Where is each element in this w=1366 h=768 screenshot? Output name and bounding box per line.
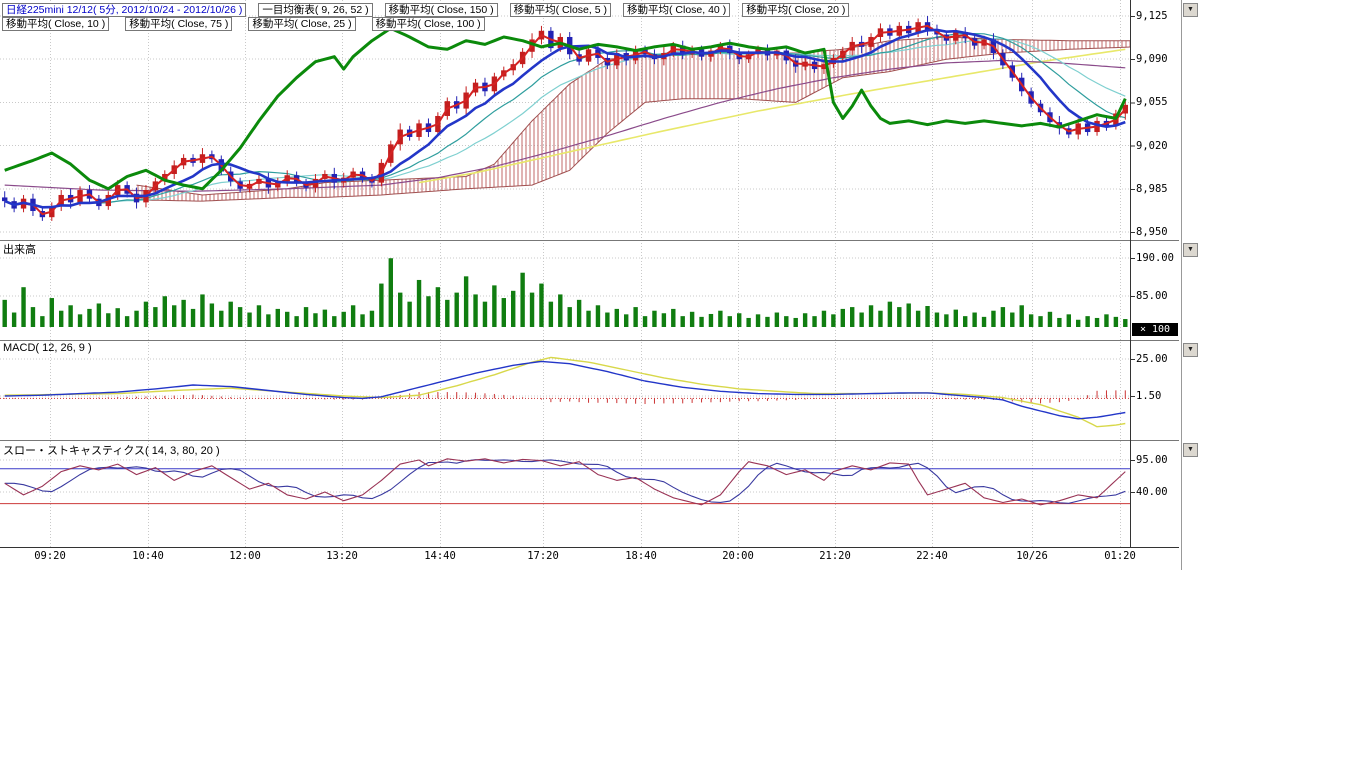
chevron-down-icon[interactable]: ▼ xyxy=(1183,443,1198,457)
price-axis-label: 9,055 xyxy=(1136,96,1168,108)
time-axis-label: 18:40 xyxy=(619,550,663,562)
time-axis-label: 12:00 xyxy=(223,550,267,562)
trading-chart-window: 日経225mini 12/12( 5分, 2012/10/24 - 2012/1… xyxy=(0,0,1366,768)
stochastics-panel-label: スロー・ストキャスティクス( 14, 3, 80, 20 ) xyxy=(3,442,220,458)
right-scroll-strip[interactable]: ▼ ▼ ▼ ▼ xyxy=(1181,0,1198,570)
volume-axis-label: 190.00 xyxy=(1136,252,1174,264)
price-axis-label: 9,090 xyxy=(1136,53,1168,65)
time-axis-label: 22:40 xyxy=(910,550,954,562)
indicator-chip[interactable]: 移動平均( Close, 40 ) xyxy=(623,3,730,17)
price-axis-label: 9,020 xyxy=(1136,140,1168,152)
indicator-chip[interactable]: 移動平均( Close, 150 ) xyxy=(385,3,498,17)
stochastics-axis-label: 40.00 xyxy=(1136,486,1168,498)
time-axis-label: 17:20 xyxy=(521,550,565,562)
chevron-down-icon[interactable]: ▼ xyxy=(1183,343,1198,357)
indicator-chip[interactable]: 移動平均( Close, 10 ) xyxy=(2,17,109,31)
volume-axis-label: 85.00 xyxy=(1136,290,1168,302)
indicator-chip[interactable]: 移動平均( Close, 100 ) xyxy=(372,17,485,31)
indicator-chip[interactable]: 移動平均( Close, 75 ) xyxy=(125,17,232,31)
time-axis-label: 13:20 xyxy=(320,550,364,562)
instrument-label[interactable]: 日経225mini 12/12( 5分, 2012/10/24 - 2012/1… xyxy=(2,3,246,17)
indicator-chip[interactable]: 移動平均( Close, 20 ) xyxy=(742,3,849,17)
time-axis-label: 09:20 xyxy=(28,550,72,562)
chevron-down-icon[interactable]: ▼ xyxy=(1183,243,1198,257)
price-axis-label: 8,950 xyxy=(1136,226,1168,238)
indicator-chip[interactable]: 一目均衡表( 9, 26, 52 ) xyxy=(258,3,372,17)
indicator-header-row-1: 日経225mini 12/12( 5分, 2012/10/24 - 2012/1… xyxy=(2,3,849,17)
macd-axis-label: 1.50 xyxy=(1136,390,1161,402)
volume-panel-label: 出来高 xyxy=(3,241,36,257)
price-axis-label: 9,125 xyxy=(1136,10,1168,22)
price-axis-label: 8,985 xyxy=(1136,183,1168,195)
time-axis-label: 10:40 xyxy=(126,550,170,562)
time-axis: 09:20 10:40 12:00 13:20 14:40 17:20 18:40 20:00… xyxy=(0,550,1140,564)
time-axis-label: 21:20 xyxy=(813,550,857,562)
indicator-header-row-2: 移動平均( Close, 10 ) 移動平均( Close, 75 ) 移動平均( … xyxy=(2,17,485,31)
chevron-down-icon[interactable]: ▼ xyxy=(1183,3,1198,17)
macd-panel-label: MACD( 12, 26, 9 ) xyxy=(3,342,92,354)
time-axis-label: 20:00 xyxy=(716,550,760,562)
indicator-chip[interactable]: 移動平均( Close, 25 ) xyxy=(248,17,355,31)
stochastics-axis-label: 95.00 xyxy=(1136,454,1168,466)
time-axis-label: 14:40 xyxy=(418,550,462,562)
macd-axis-label: 25.00 xyxy=(1136,353,1168,365)
time-axis-label: 10/26 xyxy=(1010,550,1054,562)
chart-canvas xyxy=(0,0,1180,570)
indicator-chip[interactable]: 移動平均( Close, 5 ) xyxy=(510,3,611,17)
right-price-axis: 9,125 9,090 9,055 9,020 8,985 8,950 190.00 85.0… xyxy=(1134,0,1180,570)
